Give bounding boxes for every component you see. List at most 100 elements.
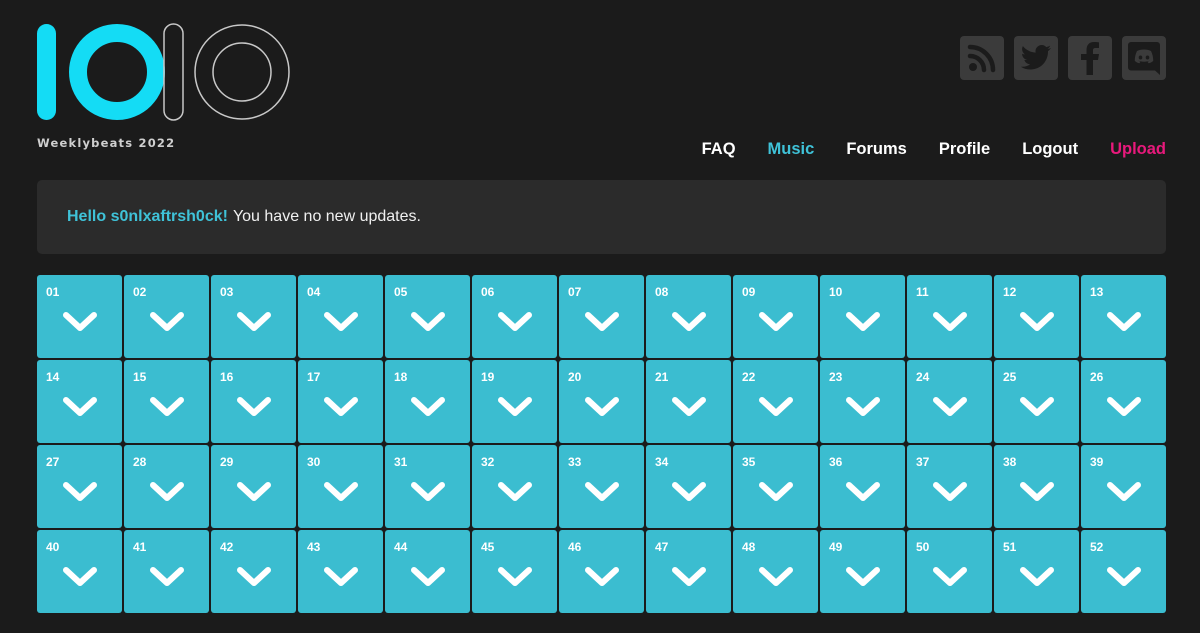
week-tile[interactable]: 35: [733, 445, 818, 528]
week-tile[interactable]: 49: [820, 530, 905, 613]
social-links: [960, 36, 1166, 80]
chevron-down-icon: [497, 482, 532, 501]
chevron-down-icon: [410, 397, 445, 416]
chevron-down-icon: [497, 312, 532, 331]
updates-message: You have no new updates.: [232, 208, 421, 225]
week-tile[interactable]: 34: [646, 445, 731, 528]
week-number: 04: [307, 285, 321, 299]
site-logo[interactable]: Weeklybeats 2022: [37, 22, 297, 152]
chevron-down-icon: [1019, 397, 1054, 416]
twitter-button[interactable]: [1014, 36, 1058, 80]
week-tile[interactable]: 52: [1081, 530, 1166, 613]
chevron-down-icon: [1019, 312, 1054, 331]
week-tile[interactable]: 14: [37, 360, 122, 443]
week-tile[interactable]: 15: [124, 360, 209, 443]
week-tile[interactable]: 21: [646, 360, 731, 443]
week-grid: 01 02 03 04 05 06 07 08 09 10 11 12 13 14 15 16 17 18 19 20…: [37, 275, 1166, 613]
week-tile[interactable]: 26: [1081, 360, 1166, 443]
nav-forums[interactable]: Forums: [846, 140, 907, 159]
week-number: 27: [46, 455, 60, 469]
week-tile[interactable]: 30: [298, 445, 383, 528]
week-tile[interactable]: 05: [385, 275, 470, 358]
week-tile[interactable]: 02: [124, 275, 209, 358]
week-tile[interactable]: 40: [37, 530, 122, 613]
nav-faq[interactable]: FAQ: [702, 140, 736, 159]
week-tile[interactable]: 16: [211, 360, 296, 443]
discord-button[interactable]: [1122, 36, 1166, 80]
week-tile[interactable]: 10: [820, 275, 905, 358]
week-tile[interactable]: 13: [1081, 275, 1166, 358]
week-tile[interactable]: 11: [907, 275, 992, 358]
week-number: 39: [1090, 455, 1104, 469]
week-number: 47: [655, 540, 669, 554]
chevron-down-icon: [323, 482, 358, 501]
week-number: 43: [307, 540, 321, 554]
chevron-down-icon: [323, 567, 358, 586]
week-tile[interactable]: 50: [907, 530, 992, 613]
week-tile[interactable]: 38: [994, 445, 1079, 528]
week-tile[interactable]: 20: [559, 360, 644, 443]
chevron-down-icon: [323, 397, 358, 416]
week-tile[interactable]: 07: [559, 275, 644, 358]
chevron-down-icon: [1019, 567, 1054, 586]
chevron-down-icon: [236, 312, 271, 331]
facebook-button[interactable]: [1068, 36, 1112, 80]
week-tile[interactable]: 43: [298, 530, 383, 613]
week-number: 24: [916, 370, 930, 384]
week-tile[interactable]: 45: [472, 530, 557, 613]
week-tile[interactable]: 28: [124, 445, 209, 528]
chevron-down-icon: [584, 312, 619, 331]
week-tile[interactable]: 24: [907, 360, 992, 443]
week-tile[interactable]: 37: [907, 445, 992, 528]
week-tile[interactable]: 42: [211, 530, 296, 613]
week-tile[interactable]: 33: [559, 445, 644, 528]
week-tile[interactable]: 39: [1081, 445, 1166, 528]
week-tile[interactable]: 22: [733, 360, 818, 443]
chevron-down-icon: [497, 567, 532, 586]
week-tile[interactable]: 12: [994, 275, 1079, 358]
week-tile[interactable]: 41: [124, 530, 209, 613]
week-tile[interactable]: 51: [994, 530, 1079, 613]
chevron-down-icon: [932, 482, 967, 501]
chevron-down-icon: [758, 312, 793, 331]
week-tile[interactable]: 27: [37, 445, 122, 528]
week-tile[interactable]: 44: [385, 530, 470, 613]
nav-logout[interactable]: Logout: [1022, 140, 1078, 159]
rss-button[interactable]: [960, 36, 1004, 80]
week-number: 28: [133, 455, 147, 469]
week-number: 20: [568, 370, 582, 384]
chevron-down-icon: [758, 482, 793, 501]
week-tile[interactable]: 32: [472, 445, 557, 528]
chevron-down-icon: [845, 567, 880, 586]
chevron-down-icon: [671, 482, 706, 501]
rss-icon: [967, 44, 996, 73]
week-number: 30: [307, 455, 321, 469]
week-tile[interactable]: 48: [733, 530, 818, 613]
nav-music[interactable]: Music: [768, 140, 815, 159]
chevron-down-icon: [1106, 397, 1141, 416]
week-tile[interactable]: 01: [37, 275, 122, 358]
chevron-down-icon: [845, 482, 880, 501]
week-tile[interactable]: 46: [559, 530, 644, 613]
week-tile[interactable]: 06: [472, 275, 557, 358]
week-tile[interactable]: 23: [820, 360, 905, 443]
week-tile[interactable]: 03: [211, 275, 296, 358]
week-tile[interactable]: 18: [385, 360, 470, 443]
week-tile[interactable]: 04: [298, 275, 383, 358]
week-tile[interactable]: 09: [733, 275, 818, 358]
week-tile[interactable]: 31: [385, 445, 470, 528]
nav-upload[interactable]: Upload: [1110, 140, 1166, 159]
week-tile[interactable]: 36: [820, 445, 905, 528]
week-tile[interactable]: 29: [211, 445, 296, 528]
week-tile[interactable]: 47: [646, 530, 731, 613]
discord-icon: [1128, 42, 1160, 75]
nav-profile[interactable]: Profile: [939, 140, 990, 159]
week-tile[interactable]: 17: [298, 360, 383, 443]
week-tile[interactable]: 25: [994, 360, 1079, 443]
week-tile[interactable]: 19: [472, 360, 557, 443]
week-number: 51: [1003, 540, 1017, 554]
chevron-down-icon: [236, 567, 271, 586]
week-tile[interactable]: 08: [646, 275, 731, 358]
week-number: 42: [220, 540, 234, 554]
chevron-down-icon: [1106, 312, 1141, 331]
